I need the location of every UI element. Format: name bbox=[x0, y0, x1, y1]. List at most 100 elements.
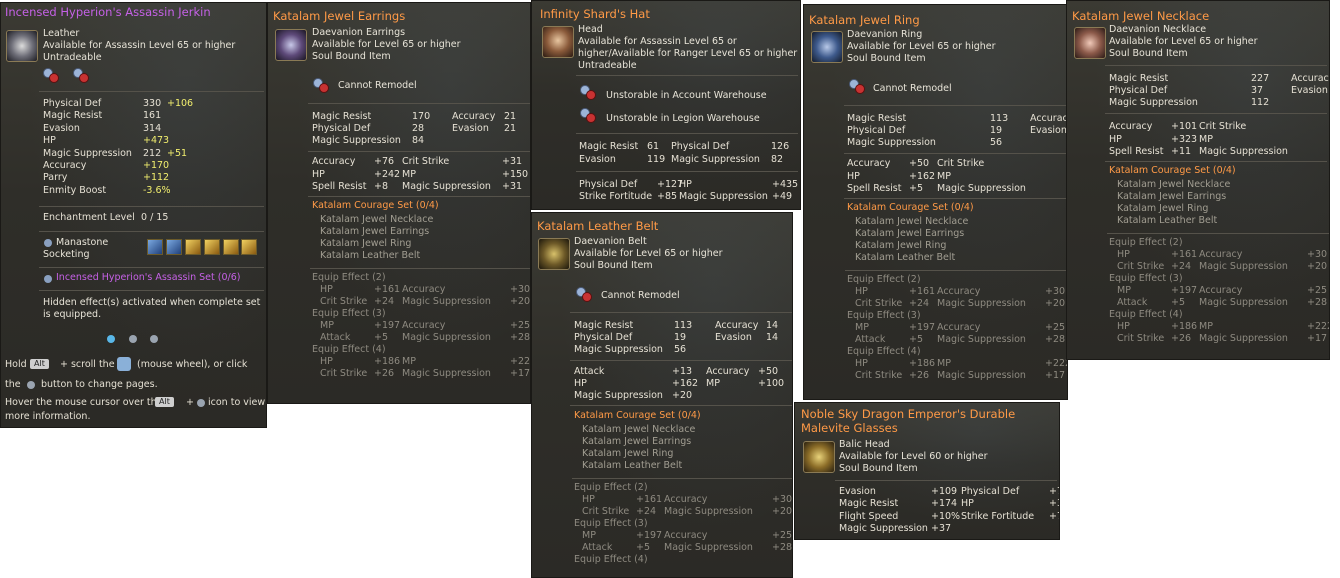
equip-effect-heading: Equip Effect (2) bbox=[1109, 236, 1183, 248]
item-type: Leather bbox=[43, 28, 80, 39]
stat-label: Magic Suppression bbox=[937, 369, 1026, 381]
unstorable-icon bbox=[580, 85, 596, 100]
stat-label: Accuracy bbox=[452, 111, 496, 122]
item-requirement: Available for Level 65 or higher bbox=[847, 41, 996, 52]
set-name[interactable]: Incensed Hyperion's Assassin Set (0/6) bbox=[56, 272, 240, 284]
stat-value: +13 bbox=[672, 366, 693, 377]
item-icon bbox=[803, 441, 835, 473]
stat-value: +222 bbox=[510, 355, 531, 367]
manastone-socket-icon[interactable] bbox=[204, 239, 220, 255]
stat-value: +28 bbox=[1307, 296, 1328, 308]
hidden-effect-line-1: Hidden effect(s) activated when complete… bbox=[43, 297, 261, 320]
socketing-label: Socketing bbox=[43, 249, 90, 260]
stat-value: 330 bbox=[143, 98, 162, 109]
stat-value: +30 bbox=[1307, 248, 1328, 260]
stat-label: Crit Strike bbox=[320, 295, 368, 307]
alt-key-icon: Alt bbox=[30, 359, 49, 369]
stat-value: +222 bbox=[1045, 357, 1067, 369]
manastone-socket-icon[interactable] bbox=[147, 239, 163, 255]
item-type: Daevanion Ring bbox=[847, 29, 923, 40]
stat-value: 21 bbox=[504, 123, 517, 134]
stat-label: Magic Resist bbox=[839, 498, 899, 510]
stat-label: Magic Resist bbox=[1109, 73, 1169, 84]
stat-value: +31 bbox=[502, 181, 523, 192]
stat-value: +30 bbox=[510, 283, 531, 295]
item-type: Balic Head bbox=[839, 439, 890, 450]
stat-value: +197 bbox=[1171, 284, 1198, 296]
set-name[interactable]: Katalam Courage Set (0/4) bbox=[574, 410, 701, 422]
unstorable-icon bbox=[43, 68, 59, 83]
cannot-remodel-icon bbox=[849, 79, 865, 94]
stat-value: +20 bbox=[1307, 260, 1328, 272]
stat-label: Attack bbox=[574, 366, 605, 377]
set-item: Katalam Jewel Necklace bbox=[582, 424, 696, 435]
manastone-socket-icon[interactable] bbox=[185, 239, 201, 255]
stat-value: +5 bbox=[909, 183, 924, 194]
page-dot-1[interactable] bbox=[107, 335, 115, 343]
unstorable-account: Unstorable in Account Warehouse bbox=[606, 90, 767, 101]
stat-label: Evasion bbox=[839, 486, 876, 497]
stat-label: Accuracy bbox=[43, 160, 87, 171]
stat-label: Crit Strike bbox=[582, 506, 630, 517]
manastone-socket-icon[interactable] bbox=[223, 239, 239, 255]
stat-label: Spell Resist bbox=[847, 183, 902, 194]
stat-value: 314 bbox=[143, 122, 162, 134]
stat-value: +25 bbox=[1307, 284, 1328, 296]
set-name[interactable]: Katalam Courage Set (0/4) bbox=[847, 202, 974, 214]
page-dot-3[interactable] bbox=[150, 335, 158, 343]
stat-label: HP bbox=[43, 135, 56, 147]
set-name[interactable]: Katalam Courage Set (0/4) bbox=[312, 200, 439, 212]
stat-label: Physical Def bbox=[312, 123, 371, 134]
stat-label: HP bbox=[961, 498, 974, 510]
stat-value: 161 bbox=[143, 110, 162, 122]
stat-label: Evasion bbox=[579, 154, 616, 165]
stat-label: Evasion bbox=[452, 123, 489, 134]
manastone-socket-icon[interactable] bbox=[166, 239, 182, 255]
item-icon bbox=[811, 31, 843, 63]
stat-label: Crit Strike bbox=[1117, 332, 1165, 344]
page-button-icon bbox=[27, 381, 35, 389]
stat-label: Attack bbox=[320, 331, 351, 343]
stat-label: Physical Def bbox=[961, 486, 1020, 497]
stat-label: Physical Def bbox=[579, 179, 638, 190]
set-item: Katalam Jewel Necklace bbox=[855, 215, 969, 227]
stat-label: Accuracy bbox=[1030, 113, 1067, 124]
set-item: Katalam Leather Belt bbox=[320, 249, 421, 261]
stat-label: MP bbox=[706, 378, 720, 389]
item-title-line-1: Noble Sky Dragon Emperor's Durable bbox=[801, 407, 1016, 421]
stat-value: 126 bbox=[771, 141, 790, 152]
stat-label: Attack bbox=[855, 333, 886, 345]
item-title-line-2: Malevite Glasses bbox=[801, 421, 898, 435]
item-icon bbox=[275, 29, 307, 61]
cannot-remodel: Cannot Remodel bbox=[873, 83, 952, 94]
stat-label: Magic Resist bbox=[43, 110, 103, 122]
set-item: Katalam Jewel Ring bbox=[1117, 202, 1209, 214]
stat-value: +20 bbox=[1045, 297, 1066, 309]
manastone-label: Manastone bbox=[56, 237, 109, 248]
item-title: Katalam Jewel Necklace bbox=[1072, 9, 1210, 23]
stat-value: +323 bbox=[1171, 133, 1198, 145]
set-item: Katalam Jewel Ring bbox=[855, 239, 947, 251]
stat-label: Physical Def bbox=[847, 125, 906, 136]
stat-label: Magic Suppression bbox=[847, 137, 936, 148]
stat-label: Accuracy bbox=[1291, 73, 1329, 84]
item-binding: Soul Bound Item bbox=[839, 463, 918, 474]
stat-value: +222 bbox=[1307, 320, 1329, 332]
stat-label: Accuracy bbox=[402, 283, 446, 295]
stat-value: +197 bbox=[636, 530, 663, 541]
stat-label: HP bbox=[847, 170, 860, 182]
stat-label: MP bbox=[582, 530, 596, 541]
stat-label: Physical Def bbox=[574, 332, 633, 343]
stat-bonus: +106 bbox=[167, 98, 194, 109]
stat-label: MP bbox=[937, 357, 951, 369]
page-dot-2[interactable] bbox=[129, 335, 137, 343]
set-name[interactable]: Katalam Courage Set (0/4) bbox=[1109, 165, 1236, 177]
set-item: Katalam Leather Belt bbox=[582, 460, 683, 471]
stat-value: +101 bbox=[1171, 121, 1198, 132]
stat-label: Magic Suppression bbox=[679, 191, 768, 202]
stat-label: Magic Resist bbox=[574, 320, 634, 331]
manastone-socket-icon[interactable] bbox=[241, 239, 257, 255]
set-item: Katalam Jewel Necklace bbox=[1117, 178, 1231, 190]
stat-value: 112 bbox=[1251, 97, 1270, 108]
stat-value: +76 bbox=[374, 156, 395, 167]
